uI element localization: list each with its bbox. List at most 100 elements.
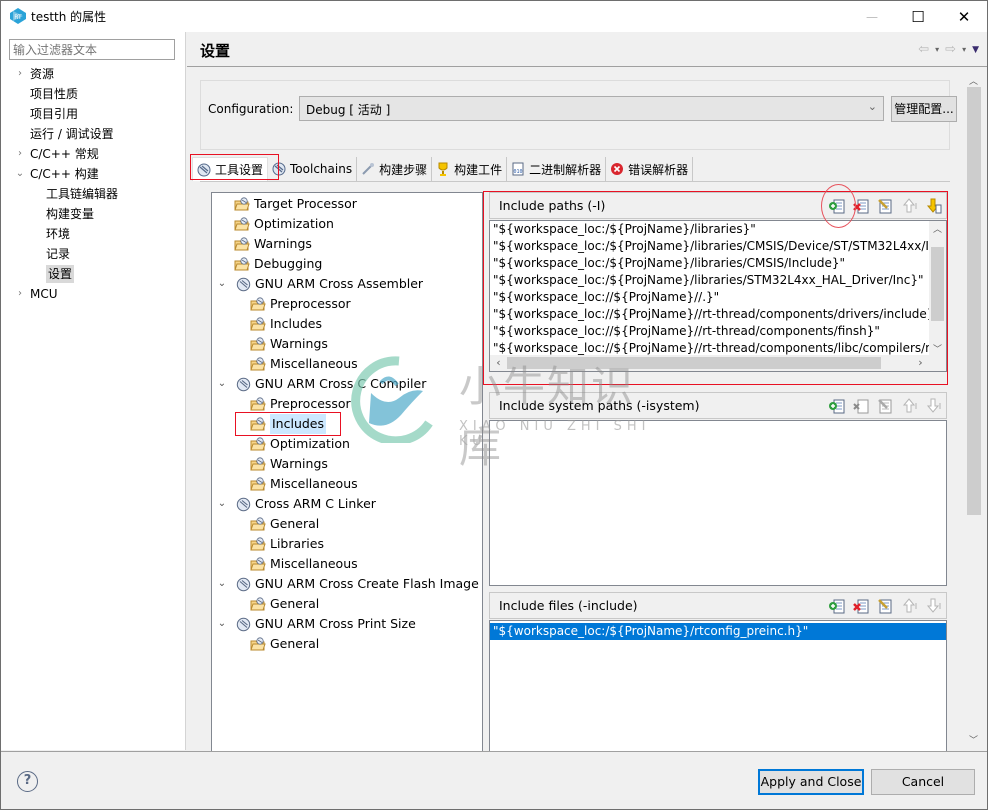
edit-icon[interactable] (876, 597, 894, 615)
include-files-panel: Include files (-include) "${workspace_lo… (489, 592, 947, 752)
sidebar-item-label: 环境 (46, 227, 71, 241)
tab-label: Toolchains (290, 162, 353, 176)
scroll-thumb[interactable] (967, 87, 981, 515)
tool-tree-item-label: General (270, 516, 320, 531)
tool-tree-item-label: Miscellaneous (270, 356, 358, 371)
scroll-up-icon[interactable]: ︿ (965, 74, 982, 87)
cancel-button[interactable]: Cancel (871, 769, 975, 795)
chevron-right-icon[interactable]: › (14, 144, 26, 164)
sidebar-item-label: C/C++ 构建 (30, 167, 99, 181)
chevron-right-icon[interactable]: › (14, 64, 26, 84)
build-artifact-icon (438, 162, 448, 176)
sidebar-item[interactable]: 运行 / 调试设置 (30, 124, 114, 144)
include-files-list[interactable]: "${workspace_loc:/${ProjName}/rtconfig_p… (489, 620, 947, 752)
minimize-button[interactable]: — (849, 1, 895, 32)
sidebar-item[interactable]: 设置 (46, 264, 75, 284)
chevron-down-icon[interactable]: ⌄ (14, 164, 26, 184)
include-system-paths-list[interactable] (489, 420, 947, 586)
scroll-down-icon[interactable]: ﹀ (965, 733, 982, 746)
back-dropdown-icon[interactable]: ▾ (935, 45, 939, 54)
tool-tree-item[interactable]: General (250, 514, 319, 534)
tool-tree-item[interactable]: ⌄ GNU ARM Cross Assembler (218, 274, 423, 294)
sidebar-item[interactable]: 项目引用 (30, 104, 78, 124)
chevron-down-icon[interactable]: ⌄ (216, 374, 228, 394)
tool-tree-item[interactable]: ⌄ GNU ARM Cross Create Flash Image (218, 574, 479, 594)
tool-tree-item[interactable]: Warnings (234, 234, 312, 254)
sidebar-item[interactable]: 记录 (46, 244, 70, 264)
minimize-icon: — (866, 9, 878, 24)
tool-tree-item[interactable]: Libraries (250, 534, 324, 554)
sidebar-item[interactable]: › MCU (18, 284, 58, 304)
tool-tree-item-label: Preprocessor (270, 396, 351, 411)
chevron-down-icon: ⌄ (867, 100, 877, 113)
sidebar-item-label: 设置 (46, 265, 75, 283)
folder-options-icon (234, 236, 250, 250)
move-up-icon[interactable] (900, 597, 918, 615)
tool-tree-item[interactable]: Debugging (234, 254, 322, 274)
sidebar-item[interactable]: ⌄ C/C++ 构建 (16, 164, 99, 184)
tab-build-artifact[interactable]: 构建工件 (432, 157, 508, 181)
tool-tree-item[interactable]: Miscellaneous (250, 554, 358, 574)
folder-options-icon (250, 356, 266, 370)
move-down-icon[interactable] (924, 597, 942, 615)
chevron-down-icon[interactable]: ⌄ (216, 614, 228, 634)
filter-input[interactable] (9, 39, 175, 60)
sidebar-item[interactable]: › 资源 (18, 64, 54, 84)
tab-toolchains[interactable]: Toolchains (268, 157, 358, 181)
include-system-paths-panel: Include system paths (-isystem) (489, 392, 947, 587)
tool-tree-item-label: GNU ARM Cross Create Flash Image (255, 576, 479, 591)
settings-vscrollbar[interactable]: ︿ ﹀ (965, 72, 983, 748)
sidebar-item[interactable]: 项目性质 (30, 84, 78, 104)
tab-binary-parser[interactable]: 010 二进制解析器 (507, 157, 607, 181)
tool-tree-item[interactable]: Warnings (250, 334, 328, 354)
configuration-select[interactable]: Debug [ 活动 ] ⌄ (299, 96, 884, 121)
tool-tree-item[interactable]: Miscellaneous (250, 354, 358, 374)
chevron-down-icon[interactable]: ⌄ (216, 574, 228, 594)
tool-tree-item[interactable]: Target Processor (234, 194, 357, 214)
include-files-title: Include files (-include) (499, 598, 638, 613)
add-icon[interactable] (828, 397, 846, 415)
chevron-down-icon[interactable]: ⌄ (216, 274, 228, 294)
tool-tree-item[interactable]: General (250, 634, 319, 654)
maximize-button[interactable]: ☐ (895, 1, 941, 32)
annotation-box-tool-settings-tab (190, 154, 279, 180)
tool-tree-item[interactable]: Warnings (250, 454, 328, 474)
sidebar-item[interactable]: 环境 (46, 224, 70, 244)
svg-text:010: 010 (514, 169, 523, 175)
tab-error-parser[interactable]: 错误解析器 (606, 157, 694, 181)
sidebar-item[interactable]: 构建变量 (46, 204, 94, 224)
tool-tree-item-label: Warnings (270, 336, 328, 351)
list-item[interactable]: "${workspace_loc:/${ProjName}/rtconfig_p… (490, 623, 946, 640)
tool-tree-item[interactable]: Preprocessor (250, 294, 351, 314)
rt-thread-app-icon: RT (10, 8, 26, 24)
tool-tree-item[interactable]: Optimization (250, 434, 350, 454)
chevron-right-icon[interactable]: › (14, 284, 26, 304)
move-down-icon[interactable] (924, 397, 942, 415)
tool-tree-item[interactable]: Preprocessor (250, 394, 351, 414)
apply-and-close-button[interactable]: Apply and Close (758, 769, 864, 795)
tool-tree-item[interactable]: ⌄ GNU ARM Cross Print Size (218, 614, 416, 634)
delete-icon[interactable] (852, 597, 870, 615)
close-button[interactable]: ✕ (941, 1, 987, 32)
help-button[interactable]: ? (17, 771, 38, 792)
add-icon[interactable] (828, 597, 846, 615)
back-arrow-icon[interactable]: ⇦ (918, 42, 929, 57)
manage-configurations-button[interactable]: 管理配置... (891, 96, 957, 122)
delete-icon[interactable] (852, 397, 870, 415)
view-menu-icon[interactable]: ▼ (972, 45, 979, 55)
chevron-down-icon[interactable]: ⌄ (216, 494, 228, 514)
tool-tree-item[interactable]: Miscellaneous (250, 474, 358, 494)
tab-build-steps[interactable]: 构建步骤 (357, 157, 433, 181)
edit-icon[interactable] (876, 397, 894, 415)
folder-options-icon (250, 396, 266, 410)
tool-tree-item[interactable]: Optimization (234, 214, 334, 234)
forward-arrow-icon[interactable]: ⇨ (945, 42, 956, 57)
sidebar-item[interactable]: › C/C++ 常规 (18, 144, 99, 164)
tool-tree-item[interactable]: ⌄ GNU ARM Cross C Compiler (218, 374, 427, 394)
tool-tree-item[interactable]: Includes (250, 314, 322, 334)
sidebar-item[interactable]: 工具链编辑器 (46, 184, 118, 204)
tool-tree-item[interactable]: ⌄ Cross ARM C Linker (218, 494, 376, 514)
forward-dropdown-icon[interactable]: ▾ (962, 45, 966, 54)
tool-tree-item[interactable]: General (250, 594, 319, 614)
move-up-icon[interactable] (900, 397, 918, 415)
